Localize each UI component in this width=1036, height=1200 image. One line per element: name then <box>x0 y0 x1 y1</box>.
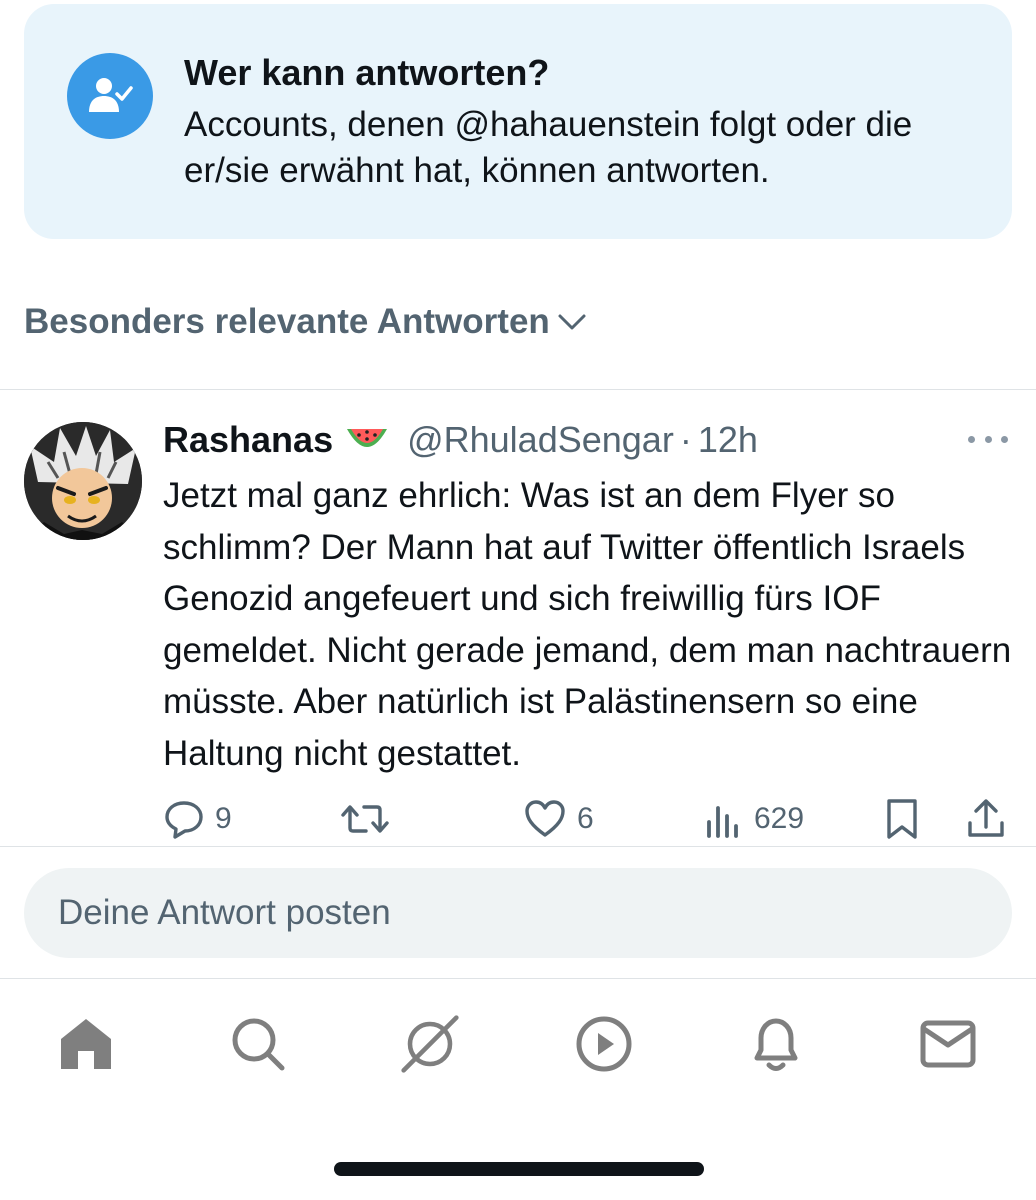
home-indicator[interactable] <box>334 1162 704 1176</box>
like-button[interactable]: 6 <box>523 794 594 844</box>
views-count: 629 <box>754 802 805 835</box>
bookmark-button[interactable] <box>884 794 920 844</box>
video-icon[interactable] <box>574 1014 634 1074</box>
watermelon-emoji <box>345 425 389 455</box>
views-button[interactable]: 629 <box>704 794 804 844</box>
divider <box>0 389 1036 390</box>
divider <box>0 978 1036 979</box>
divider <box>0 846 1036 847</box>
grok-icon[interactable] <box>400 1014 460 1074</box>
home-icon[interactable] <box>56 1014 116 1074</box>
reply-icon <box>165 801 203 839</box>
search-icon[interactable] <box>228 1014 288 1074</box>
chevron-down-icon <box>558 314 586 330</box>
tweet-timestamp[interactable]: 12h <box>698 418 758 462</box>
more-options-icon[interactable] <box>968 424 1008 454</box>
reply-restriction-title: Wer kann antworten? <box>184 52 550 93</box>
share-button[interactable] <box>966 794 1006 844</box>
messages-icon[interactable] <box>918 1014 978 1074</box>
reply-sort-label: Besonders relevante Antworten <box>24 302 550 341</box>
author-name[interactable]: Rashanas <box>163 418 333 462</box>
tweet-header: Rashanas @RhuladSengar · 12h <box>163 418 758 462</box>
header-separator: · <box>679 419 692 460</box>
reply-sort-selector[interactable]: Besonders relevante Antworten <box>24 302 588 342</box>
notifications-icon[interactable] <box>746 1014 806 1074</box>
reply-button[interactable]: 9 <box>163 794 232 844</box>
like-count: 6 <box>577 802 594 835</box>
person-check-icon <box>67 53 153 139</box>
author-handle[interactable]: @RhuladSengar <box>407 418 674 462</box>
views-icon <box>707 806 738 838</box>
share-icon <box>968 799 1004 837</box>
avatar[interactable] <box>24 422 142 540</box>
reply-count: 9 <box>215 802 232 835</box>
heart-icon <box>525 800 565 837</box>
tweet-text: Jetzt mal ganz ehrlich: Was ist an dem F… <box>163 476 1012 773</box>
reply-restriction-card: Wer kann antworten? Accounts, denen @hah… <box>24 4 1012 239</box>
bookmark-icon <box>887 799 917 839</box>
reply-restriction-description: Accounts, denen @hahauenstein folgt oder… <box>184 105 913 190</box>
reply-composer-placeholder: Deine Antwort posten <box>58 893 391 932</box>
reply-composer-input[interactable]: Deine Antwort posten <box>24 868 1012 958</box>
repost-icon <box>341 805 389 833</box>
repost-button[interactable] <box>340 794 400 844</box>
